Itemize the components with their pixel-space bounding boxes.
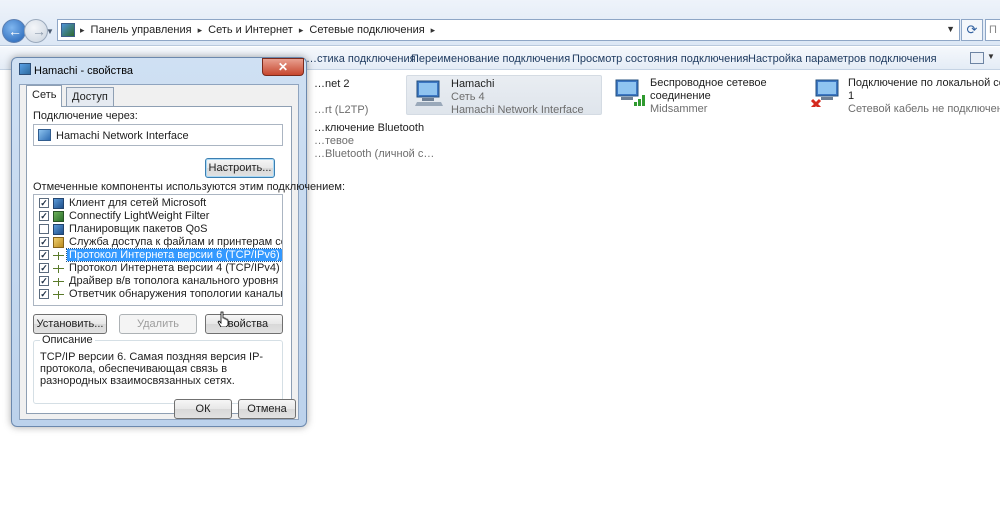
protocol-icon [53, 263, 64, 274]
control-panel-icon [61, 23, 75, 37]
back-button[interactable]: ← [2, 19, 26, 43]
component-label: Connectify LightWeight Filter [69, 210, 210, 222]
configure-button[interactable]: Настроить... [205, 158, 275, 178]
qos-icon [53, 224, 64, 235]
breadcrumb-network-connections[interactable]: Сетевые подключения [309, 24, 424, 36]
list-item[interactable]: ✓ Драйвер в/в тополога канального уровня [34, 275, 282, 288]
ok-button[interactable]: ОК [174, 399, 232, 419]
path-dropdown-icon[interactable]: ▼ [946, 24, 955, 34]
history-dropdown-icon[interactable]: ▼ [46, 27, 54, 36]
component-checkbox[interactable]: ✓ [39, 263, 49, 273]
breadcrumb-chevron-icon[interactable]: ▸ [431, 25, 436, 36]
refresh-icon[interactable]: ⟳ [961, 19, 983, 41]
lan-adapter-icon [810, 79, 839, 107]
list-item[interactable]: ✓ Протокол Интернета версии 6 (TCP/IPv6) [34, 248, 282, 262]
view-status-command[interactable]: Просмотр состояния подключения [572, 53, 748, 65]
component-label: Драйвер в/в тополога канального уровня [69, 275, 279, 287]
connection-item-hamachi[interactable]: Hamachi Сеть 4 Hamachi Network Interface [406, 75, 602, 116]
component-checkbox[interactable]: ✓ [39, 276, 49, 286]
install-button[interactable]: Установить... [33, 314, 107, 334]
file-sharing-icon [53, 237, 64, 248]
adapter-name: Hamachi Network Interface [56, 130, 189, 142]
component-checkbox[interactable] [39, 224, 49, 234]
list-item[interactable]: ✓ Протокол Интернета версии 4 (TCP/IPv4) [34, 262, 282, 275]
connection-name-line2: соединение [650, 90, 711, 102]
network-adapter-icon [19, 63, 31, 75]
rename-connection-command[interactable]: Переименование подключения [411, 53, 570, 65]
connection-name: Беспроводное сетевое [650, 77, 767, 89]
network-tab-panel: Подключение через: Hamachi Network Inter… [26, 106, 345, 414]
connection-network: …тевое [314, 135, 354, 147]
filter-icon [53, 211, 64, 222]
component-checkbox[interactable]: ✓ [39, 211, 49, 221]
component-checkbox[interactable]: ✓ [39, 289, 49, 299]
connection-network: Midsammer [650, 103, 708, 115]
description-legend: Описание [40, 334, 95, 346]
description-text: TCP/IP версии 6. Самая поздняя версия IP… [40, 351, 264, 387]
component-checkbox[interactable]: ✓ [39, 250, 49, 260]
component-label: Протокол Интернета версии 4 (TCP/IPv4) [69, 262, 280, 274]
connection-name: …net 2 [314, 78, 350, 90]
dialog-body: Сеть Доступ Подключение через: Hamachi N… [19, 84, 345, 420]
component-label: Ответчик обнаружения топологии канальног… [69, 288, 282, 300]
connection-device: Hamachi Network Interface [451, 104, 584, 116]
connection-device: …rt (L2TP) [314, 104, 369, 116]
list-item[interactable]: Планировщик пакетов QoS [34, 223, 282, 236]
dialog-title: Hamachi - свойства [34, 65, 134, 77]
connection-status: Сетевой кабель не подключен [848, 103, 1000, 115]
components-label: Отмеченные компоненты используются этим … [33, 181, 346, 193]
component-label: Протокол Интернета версии 6 (TCP/IPv6) [66, 248, 282, 262]
breadcrumb-network-internet[interactable]: Сеть и Интернет [208, 24, 293, 36]
component-checkbox[interactable]: ✓ [39, 237, 49, 247]
path-box[interactable]: ▸ Панель управления ▸ Сеть и Интернет ▸ … [57, 19, 960, 41]
breadcrumb-chevron-icon[interactable]: ▸ [80, 25, 85, 36]
remove-button[interactable]: Удалить [119, 314, 197, 334]
list-item[interactable]: ✓ Connectify LightWeight Filter [34, 210, 282, 223]
protocol-icon [53, 289, 64, 300]
connection-item-wireless[interactable]: Беспроводное сетевое соединение Midsamme… [606, 75, 802, 115]
cancel-button[interactable]: Отмена [238, 399, 296, 419]
close-button[interactable]: ✕ [262, 58, 304, 76]
connection-network: Сеть 4 [451, 91, 485, 103]
connect-using-label: Подключение через: [33, 110, 138, 122]
list-item[interactable]: ✓ Ответчик обнаружения топологии канальн… [34, 288, 282, 301]
connection-name-line2: 1 [848, 90, 855, 102]
network-adapter-icon [38, 129, 51, 141]
breadcrumb-chevron-icon[interactable]: ▸ [299, 25, 304, 36]
component-label: Клиент для сетей Microsoft [69, 197, 207, 209]
list-item[interactable]: ✓ Служба доступа к файлам и принтерам се… [34, 236, 282, 249]
hand-cursor-icon [217, 311, 229, 327]
description-group: Описание TCP/IP версии 6. Самая поздняя … [33, 334, 283, 404]
connection-name: …ключение Bluetooth [314, 122, 425, 134]
wireless-adapter-icon [615, 79, 645, 106]
diagnose-connection-command[interactable]: …стика подключения [306, 53, 416, 65]
connection-device: …Bluetooth (личной с… [314, 148, 435, 160]
list-item[interactable]: ✓ Клиент для сетей Microsoft [34, 197, 282, 210]
component-label: Служба доступа к файлам и принтерам сете… [69, 236, 282, 248]
view-dropdown-icon[interactable]: ▼ [987, 52, 995, 61]
connection-name: Подключение по локальной сети [848, 77, 1000, 89]
forward-button[interactable]: → [24, 19, 48, 43]
network-adapter-icon [415, 80, 443, 106]
connection-name: Hamachi [451, 78, 495, 90]
component-checkbox[interactable]: ✓ [39, 198, 49, 208]
properties-dialog: Hamachi - свойства ✕ Сеть Доступ Подключ… [11, 57, 345, 427]
client-icon [53, 198, 64, 209]
tab-network[interactable]: Сеть [26, 85, 63, 107]
breadcrumb-control-panel[interactable]: Панель управления [91, 24, 192, 36]
connection-item-lan[interactable]: Подключение по локальной сети 1 Сетевой … [804, 75, 1000, 115]
components-list[interactable]: ✓ Клиент для сетей Microsoft ✓ Connectif… [33, 194, 283, 306]
breadcrumb-chevron-icon[interactable]: ▸ [198, 25, 203, 36]
protocol-icon [53, 250, 64, 261]
component-label: Планировщик пакетов QoS [69, 223, 208, 235]
adapter-field: Hamachi Network Interface [33, 124, 283, 146]
protocol-icon [53, 276, 64, 287]
forward-arrow-icon: → [32, 23, 46, 39]
view-options-icon[interactable] [970, 52, 984, 64]
back-arrow-icon: ← [8, 23, 22, 39]
change-settings-command[interactable]: Настройка параметров подключения [748, 53, 937, 65]
search-input[interactable]: П [985, 19, 1000, 41]
address-bar: ← → ▼ ▸ Панель управления ▸ Сеть и Интер… [0, 0, 1000, 46]
tab-sharing[interactable]: Доступ [66, 87, 114, 106]
